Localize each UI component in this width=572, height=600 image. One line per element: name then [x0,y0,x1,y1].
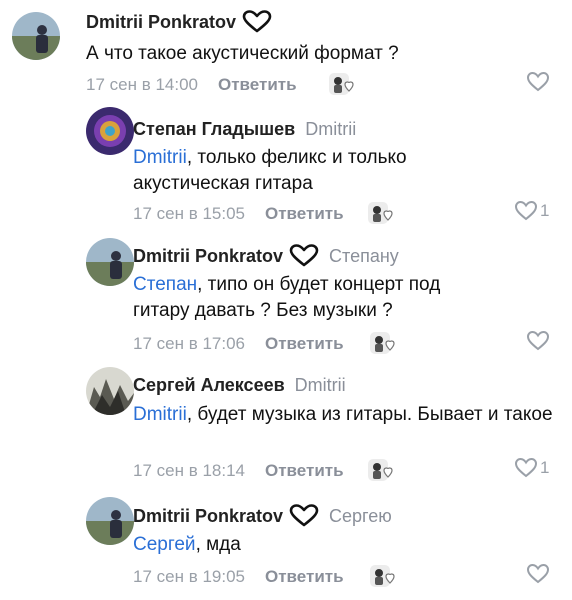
like-button[interactable] [526,71,552,93]
name-row: Dmitrii Ponkratov Степану [133,244,399,268]
heart-outline-icon [514,457,538,478]
heart-outline-icon [289,504,319,528]
heart-outline-icon [289,244,319,268]
timestamp: 17 сен в 19:05 [133,567,245,586]
author-name[interactable]: Степан Гладышев [133,118,295,140]
comment-meta: 17 сен в 17:06 Ответить [133,330,398,358]
reply-button[interactable]: Ответить [265,460,344,482]
mention-link[interactable]: Степан [133,274,197,295]
heart-outline-icon [514,200,538,221]
reply-button[interactable]: Ответить [218,74,297,96]
comment-meta: 17 сен в 14:00 Ответить [86,71,357,99]
reply-to-link[interactable]: Dmitrii [295,374,346,396]
sticker-icon[interactable] [368,330,398,358]
timestamp: 17 сен в 14:00 [86,75,198,94]
avatar[interactable] [86,367,134,415]
name-row: Сергей Алексеев Dmitrii [133,374,346,396]
comment-body: А что такое акустический формат ? [86,43,399,64]
sticker-icon[interactable] [366,200,396,228]
avatar[interactable] [86,497,134,545]
comment-meta: 17 сен в 19:05 Ответить [133,563,398,591]
reply-button[interactable]: Ответить [265,566,344,588]
comment-text: А что такое акустический формат ? [86,41,556,67]
sticker-icon[interactable] [366,457,396,485]
avatar[interactable] [86,107,134,155]
mention-link[interactable]: Dmitrii [133,147,187,168]
author-name[interactable]: Dmitrii Ponkratov [133,505,283,527]
author-name[interactable]: Dmitrii Ponkratov [86,11,236,33]
comment-text: Dmitrii, будет музыка из гитары. Бывает … [133,402,553,428]
reply-to-link[interactable]: Степану [329,245,399,267]
comment-body: , мда [195,534,241,555]
reply-to-link[interactable]: Dmitrii [305,118,356,140]
name-row: Dmitrii Ponkratov Сергею [133,504,392,528]
heart-outline-icon [526,71,550,92]
heart-outline-icon [526,563,550,584]
sticker-icon[interactable] [327,71,357,99]
mention-link[interactable]: Сергей [133,534,196,555]
sticker-icon[interactable] [368,563,398,591]
name-row: Степан Гладышев Dmitrii [133,118,356,140]
like-count: 1 [540,458,550,477]
comment-meta: 17 сен в 15:05 Ответить [133,200,396,228]
like-button[interactable]: 1 [514,457,549,479]
comment-text: Сергей, мда [133,532,553,558]
timestamp: 17 сен в 15:05 [133,204,245,223]
like-button[interactable]: 1 [514,200,549,222]
like-button[interactable] [526,330,552,352]
like-count: 1 [540,201,550,220]
comment-text: Dmitrii, только феликс и только акустиче… [133,145,463,197]
comment-meta: 17 сен в 18:14 Ответить [133,457,396,485]
like-button[interactable] [526,563,552,585]
heart-outline-icon [242,10,272,34]
avatar[interactable] [86,238,134,286]
comment-text: Степан, типо он будет концерт под гитару… [133,272,463,324]
comment-body: , будет музыка из гитары. Бывает и такое [186,404,553,425]
author-name[interactable]: Сергей Алексеев [133,374,285,396]
mention-link[interactable]: Dmitrii [133,404,187,425]
name-row: Dmitrii Ponkratov [86,10,272,34]
author-name[interactable]: Dmitrii Ponkratov [133,245,283,267]
timestamp: 17 сен в 18:14 [133,461,245,480]
timestamp: 17 сен в 17:06 [133,334,245,353]
heart-outline-icon [526,330,550,351]
reply-to-link[interactable]: Сергею [329,505,392,527]
avatar[interactable] [12,12,60,60]
reply-button[interactable]: Ответить [265,203,344,225]
reply-button[interactable]: Ответить [265,333,344,355]
